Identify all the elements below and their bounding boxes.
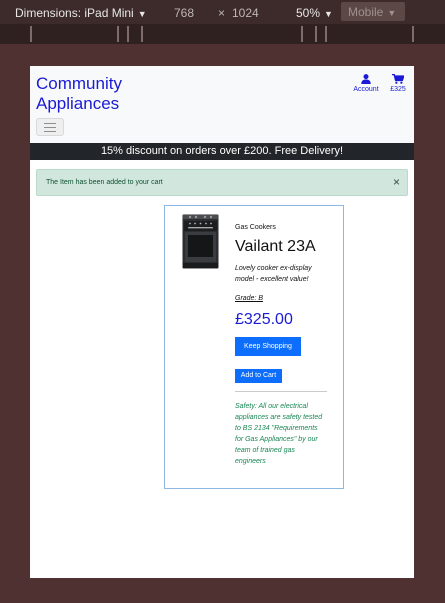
site-header: Community Appliances Account £325 — [30, 66, 414, 143]
gas-cooker-image — [182, 214, 219, 269]
device-dimensions-label: Dimensions: iPad Mini — [15, 6, 134, 20]
zoom-label: 50% — [296, 6, 321, 20]
brand-logo-link[interactable]: Community Appliances — [36, 74, 166, 114]
zoom-dropdown[interactable]: 50% ▼ — [296, 6, 333, 20]
ruler-tick — [315, 26, 317, 42]
product-title: Vailant 23A — [235, 238, 316, 255]
ruler-tick — [127, 26, 129, 42]
dropdown-arrow-icon: ▼ — [387, 8, 397, 18]
ruler-tick — [325, 26, 327, 42]
cart-total: £325 — [390, 86, 406, 93]
account-link[interactable]: Account — [350, 74, 382, 93]
ruler-tick — [117, 26, 119, 42]
product-price: £325.00 — [235, 311, 293, 328]
dropdown-arrow-icon: ▼ — [324, 9, 333, 19]
dimension-separator: × — [218, 6, 226, 20]
media-query-ruler — [0, 24, 445, 44]
safety-note: Safety: All our electrical appliances ar… — [235, 403, 323, 465]
add-to-cart-button[interactable]: Add to Cart — [235, 369, 282, 383]
hamburger-line — [44, 131, 56, 132]
device-toolbar: Dimensions: iPad Mini ▼ 768 × 1024 50% ▼ M… — [0, 0, 445, 24]
product-card: Gas Cookers Vailant 23A Lovely cooker ex… — [164, 205, 344, 489]
device-height-field[interactable]: 1024 — [232, 6, 259, 20]
ruler-tick — [30, 26, 32, 42]
device-dimensions-dropdown[interactable]: Dimensions: iPad Mini ▼ — [15, 6, 147, 20]
keep-shopping-button[interactable]: Keep Shopping — [235, 337, 301, 356]
ruler-tick — [412, 26, 414, 42]
device-mode-label: Mobile — [348, 5, 384, 19]
cart-link[interactable]: £325 — [387, 74, 409, 93]
product-grade: Grade: B — [235, 295, 264, 302]
account-label: Account — [353, 86, 379, 93]
device-mode-dropdown[interactable]: Mobile ▼ — [341, 2, 405, 21]
hamburger-line — [44, 127, 56, 128]
shopping-cart-icon — [392, 74, 404, 84]
product-category: Gas Cookers — [235, 224, 276, 231]
alert-message: The Item has been added to your cart — [46, 179, 163, 186]
hamburger-line — [44, 123, 56, 124]
dropdown-arrow-icon: ▼ — [137, 9, 147, 19]
device-viewport: Community Appliances Account £325 15% di… — [30, 66, 414, 578]
ruler-tick — [301, 26, 303, 42]
person-icon — [361, 74, 371, 84]
close-icon[interactable]: × — [393, 175, 400, 189]
product-description: Lovely cooker ex-display model - excelle… — [235, 265, 312, 283]
navbar-toggle-button[interactable] — [36, 118, 64, 136]
device-width-field[interactable]: 768 — [174, 6, 194, 20]
success-alert: The Item has been added to your cart × — [36, 169, 408, 196]
promo-banner: 15% discount on orders over £200. Free D… — [30, 143, 414, 160]
divider — [235, 391, 327, 392]
ruler-tick — [141, 26, 143, 42]
